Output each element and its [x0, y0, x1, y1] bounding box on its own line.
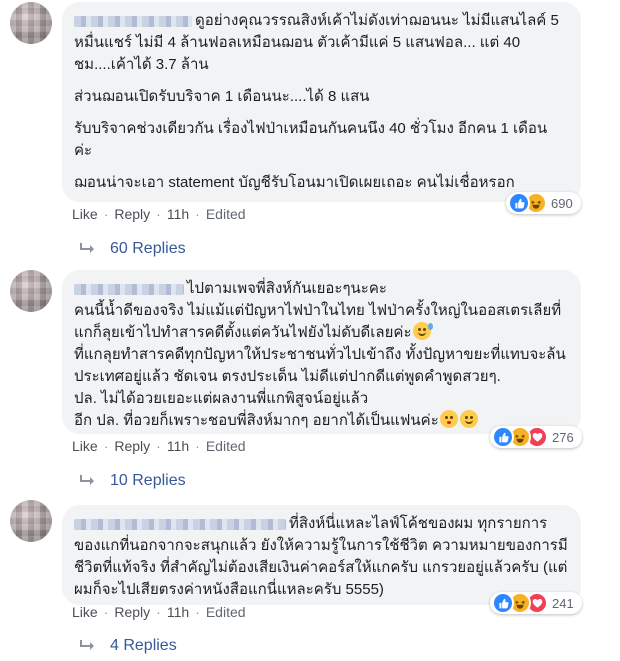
reaction-count: 276 — [552, 429, 574, 445]
like-reaction-icon — [492, 426, 514, 448]
grin-sweat-emoji — [412, 322, 433, 340]
timestamp[interactable]: 11h — [167, 206, 189, 222]
comment-text: รับบริจาคช่วงเดียวกัน เรื่องไฟป่าเหมือนก… — [74, 120, 552, 159]
comment-actions: Like · Reply · 11h · Edited — [72, 206, 246, 222]
replies-count: 10 Replies — [110, 472, 186, 489]
comment-bubble: ไปตามเพจพี่สิงห์กันเยอะๆนะคะ คนนี้น้ำดีข… — [62, 270, 581, 434]
like-reaction-icon — [492, 592, 514, 614]
reaction-summary[interactable]: 241 — [490, 592, 582, 614]
view-replies-link[interactable]: 60 Replies — [80, 240, 186, 258]
replies-count: 4 Replies — [110, 637, 177, 654]
reaction-summary[interactable]: 276 — [490, 426, 582, 448]
reply-arrow-icon — [80, 640, 94, 650]
author-name[interactable] — [74, 15, 192, 27]
comment-actions: Like · Reply · 11h · Edited — [72, 438, 246, 454]
kiss-emoji — [439, 410, 458, 428]
author-name[interactable] — [74, 518, 286, 530]
comment-text: ส่วนฌอนเปิดรับบริจาค 1 เดือนนะ....ได้ 8 … — [74, 88, 370, 105]
like-reaction-icon — [508, 192, 530, 214]
timestamp[interactable]: 11h — [167, 604, 189, 620]
view-replies-link[interactable]: 10 Replies — [80, 472, 186, 490]
reaction-summary[interactable]: 690 — [506, 192, 581, 214]
edited-label: Edited — [205, 206, 246, 222]
view-replies-link[interactable]: 4 Replies — [80, 637, 177, 655]
timestamp[interactable]: 11h — [167, 438, 189, 454]
laughing-emoji — [459, 410, 478, 428]
reaction-count: 690 — [551, 195, 573, 211]
avatar[interactable] — [10, 500, 52, 542]
author-name[interactable] — [74, 283, 184, 295]
comment-bubble: ที่สิงห์นี่แหละไลฟ์โค้ชของผม ทุกรายการขอ… — [62, 505, 581, 605]
replies-count: 60 Replies — [110, 240, 186, 257]
edited-label: Edited — [205, 604, 246, 620]
reaction-count: 241 — [552, 595, 574, 611]
reply-link[interactable]: Reply — [114, 206, 150, 222]
reply-link[interactable]: Reply — [114, 604, 150, 620]
avatar[interactable] — [10, 2, 52, 44]
reply-link[interactable]: Reply — [114, 438, 150, 454]
avatar[interactable] — [10, 270, 52, 312]
like-link[interactable]: Like — [72, 604, 98, 620]
like-link[interactable]: Like — [72, 438, 98, 454]
comment-bubble: ดูอย่างคุณวรรณสิงห์เค้าไม่ดังเท่าฌอนนะ ไ… — [62, 2, 581, 202]
comment-text: ที่แกลุยทำสารคดีทุกปัญหาให้ประชาชนทั่วไป… — [74, 346, 566, 429]
comment-actions: Like · Reply · 11h · Edited — [72, 604, 246, 620]
comment-text: ฌอนน่าจะเอา statement บัญชีรับโอนมาเปิดเ… — [74, 174, 515, 191]
edited-label: Edited — [205, 438, 246, 454]
reply-arrow-icon — [80, 475, 94, 485]
reply-arrow-icon — [80, 243, 94, 253]
like-link[interactable]: Like — [72, 206, 98, 222]
